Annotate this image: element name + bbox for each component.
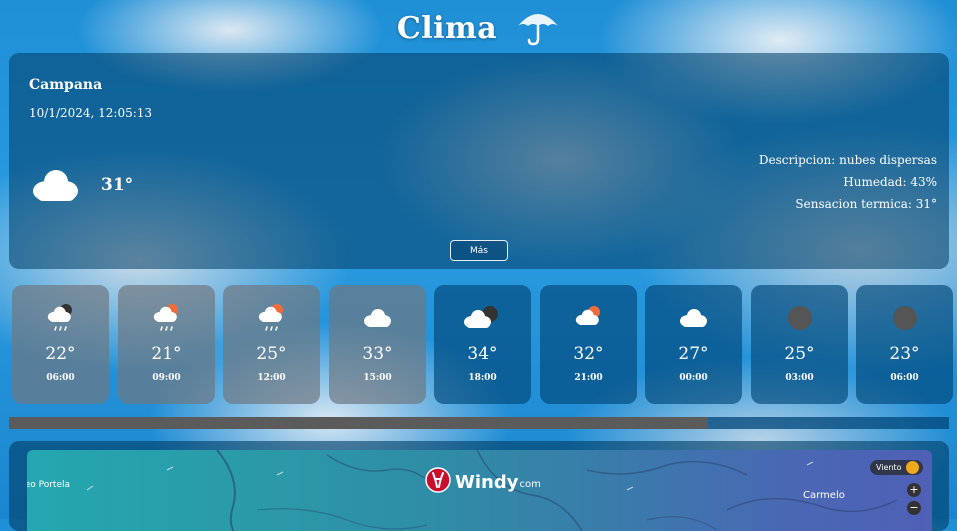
forecast-strip[interactable]: 22° 06:00 21° 09:00 25° 12:00 33° 15:00 … <box>12 285 957 405</box>
forecast-temp: 32° <box>573 344 604 364</box>
moon-icon <box>786 303 814 333</box>
forecast-card: 25° 12:00 <box>223 285 320 404</box>
weather-details: Descripcion: nubes dispersas Humedad: 43… <box>759 149 937 215</box>
moon-icon <box>891 303 919 333</box>
windy-brand: Windy <box>455 471 519 493</box>
forecast-temp: 23° <box>889 344 920 364</box>
forecast-time: 15:00 <box>363 373 392 383</box>
more-button[interactable]: Más <box>450 240 508 261</box>
wind-icon <box>905 461 919 474</box>
forecast-card: 33° 15:00 <box>329 285 426 404</box>
map-place-label: neo Portela <box>27 480 71 490</box>
current-datetime: 10/1/2024, 12:05:13 <box>29 106 153 120</box>
forecast-temp: 22° <box>45 344 76 364</box>
cloud-icon <box>677 303 711 333</box>
map-place-label: Carmelo <box>803 490 845 501</box>
sun-cloud-rain-icon <box>257 303 287 333</box>
night-cloud-icon <box>463 303 503 333</box>
scrollbar-thumb[interactable] <box>9 417 708 429</box>
layer-viento-button[interactable]: Viento <box>870 460 923 475</box>
windy-brand-suffix: com <box>519 478 541 490</box>
sun-cloud-rain-icon <box>152 303 182 333</box>
forecast-temp: 33° <box>362 344 393 364</box>
forecast-time: 12:00 <box>257 373 286 383</box>
forecast-temp: 34° <box>467 344 498 364</box>
current-temp: 31° <box>101 175 134 195</box>
feels-like: Sensacion termica: 31° <box>795 197 937 211</box>
forecast-card: 27° 00:00 <box>645 285 742 404</box>
sun-cloud-icon <box>574 303 604 333</box>
umbrella-icon <box>516 6 560 54</box>
forecast-time: 03:00 <box>785 373 814 383</box>
forecast-card: 34° 18:00 <box>434 285 531 404</box>
forecast-card: 32° 21:00 <box>540 285 637 404</box>
forecast-temp: 27° <box>678 344 709 364</box>
night-cloud-rain-icon <box>46 303 76 333</box>
forecast-time: 18:00 <box>468 373 497 383</box>
cloud-icon <box>29 167 81 207</box>
map-card: neo Portela Carmelo Windy com Viento + − <box>9 441 949 531</box>
app-title-text: Clima <box>396 11 498 46</box>
app-title: Clima <box>0 6 957 54</box>
forecast-time: 09:00 <box>152 373 181 383</box>
forecast-card: 22° 06:00 <box>12 285 109 404</box>
forecast-time: 06:00 <box>890 373 919 383</box>
city-name: Campana <box>29 77 103 93</box>
forecast-scrollbar[interactable] <box>9 417 949 429</box>
forecast-temp: 21° <box>151 344 182 364</box>
forecast-card: 25° 03:00 <box>751 285 848 404</box>
current-weather-card: Campana 10/1/2024, 12:05:13 31° Descripc… <box>9 53 949 269</box>
forecast-temp: 25° <box>256 344 287 364</box>
cloud-icon <box>361 303 395 333</box>
windy-logo-icon <box>425 467 451 497</box>
layer-label: Viento <box>876 463 902 472</box>
windy-logo[interactable]: Windy com <box>425 467 541 497</box>
forecast-card: 23° 06:00 <box>856 285 953 404</box>
forecast-card: 21° 09:00 <box>118 285 215 404</box>
zoom-in-button[interactable]: + <box>907 483 921 497</box>
zoom-out-button[interactable]: − <box>907 501 921 515</box>
forecast-time: 00:00 <box>679 373 708 383</box>
forecast-temp: 25° <box>784 344 815 364</box>
description: Descripcion: nubes dispersas <box>758 153 937 167</box>
humidity: Humedad: 43% <box>843 175 937 189</box>
forecast-time: 06:00 <box>46 373 75 383</box>
forecast-time: 21:00 <box>574 373 603 383</box>
